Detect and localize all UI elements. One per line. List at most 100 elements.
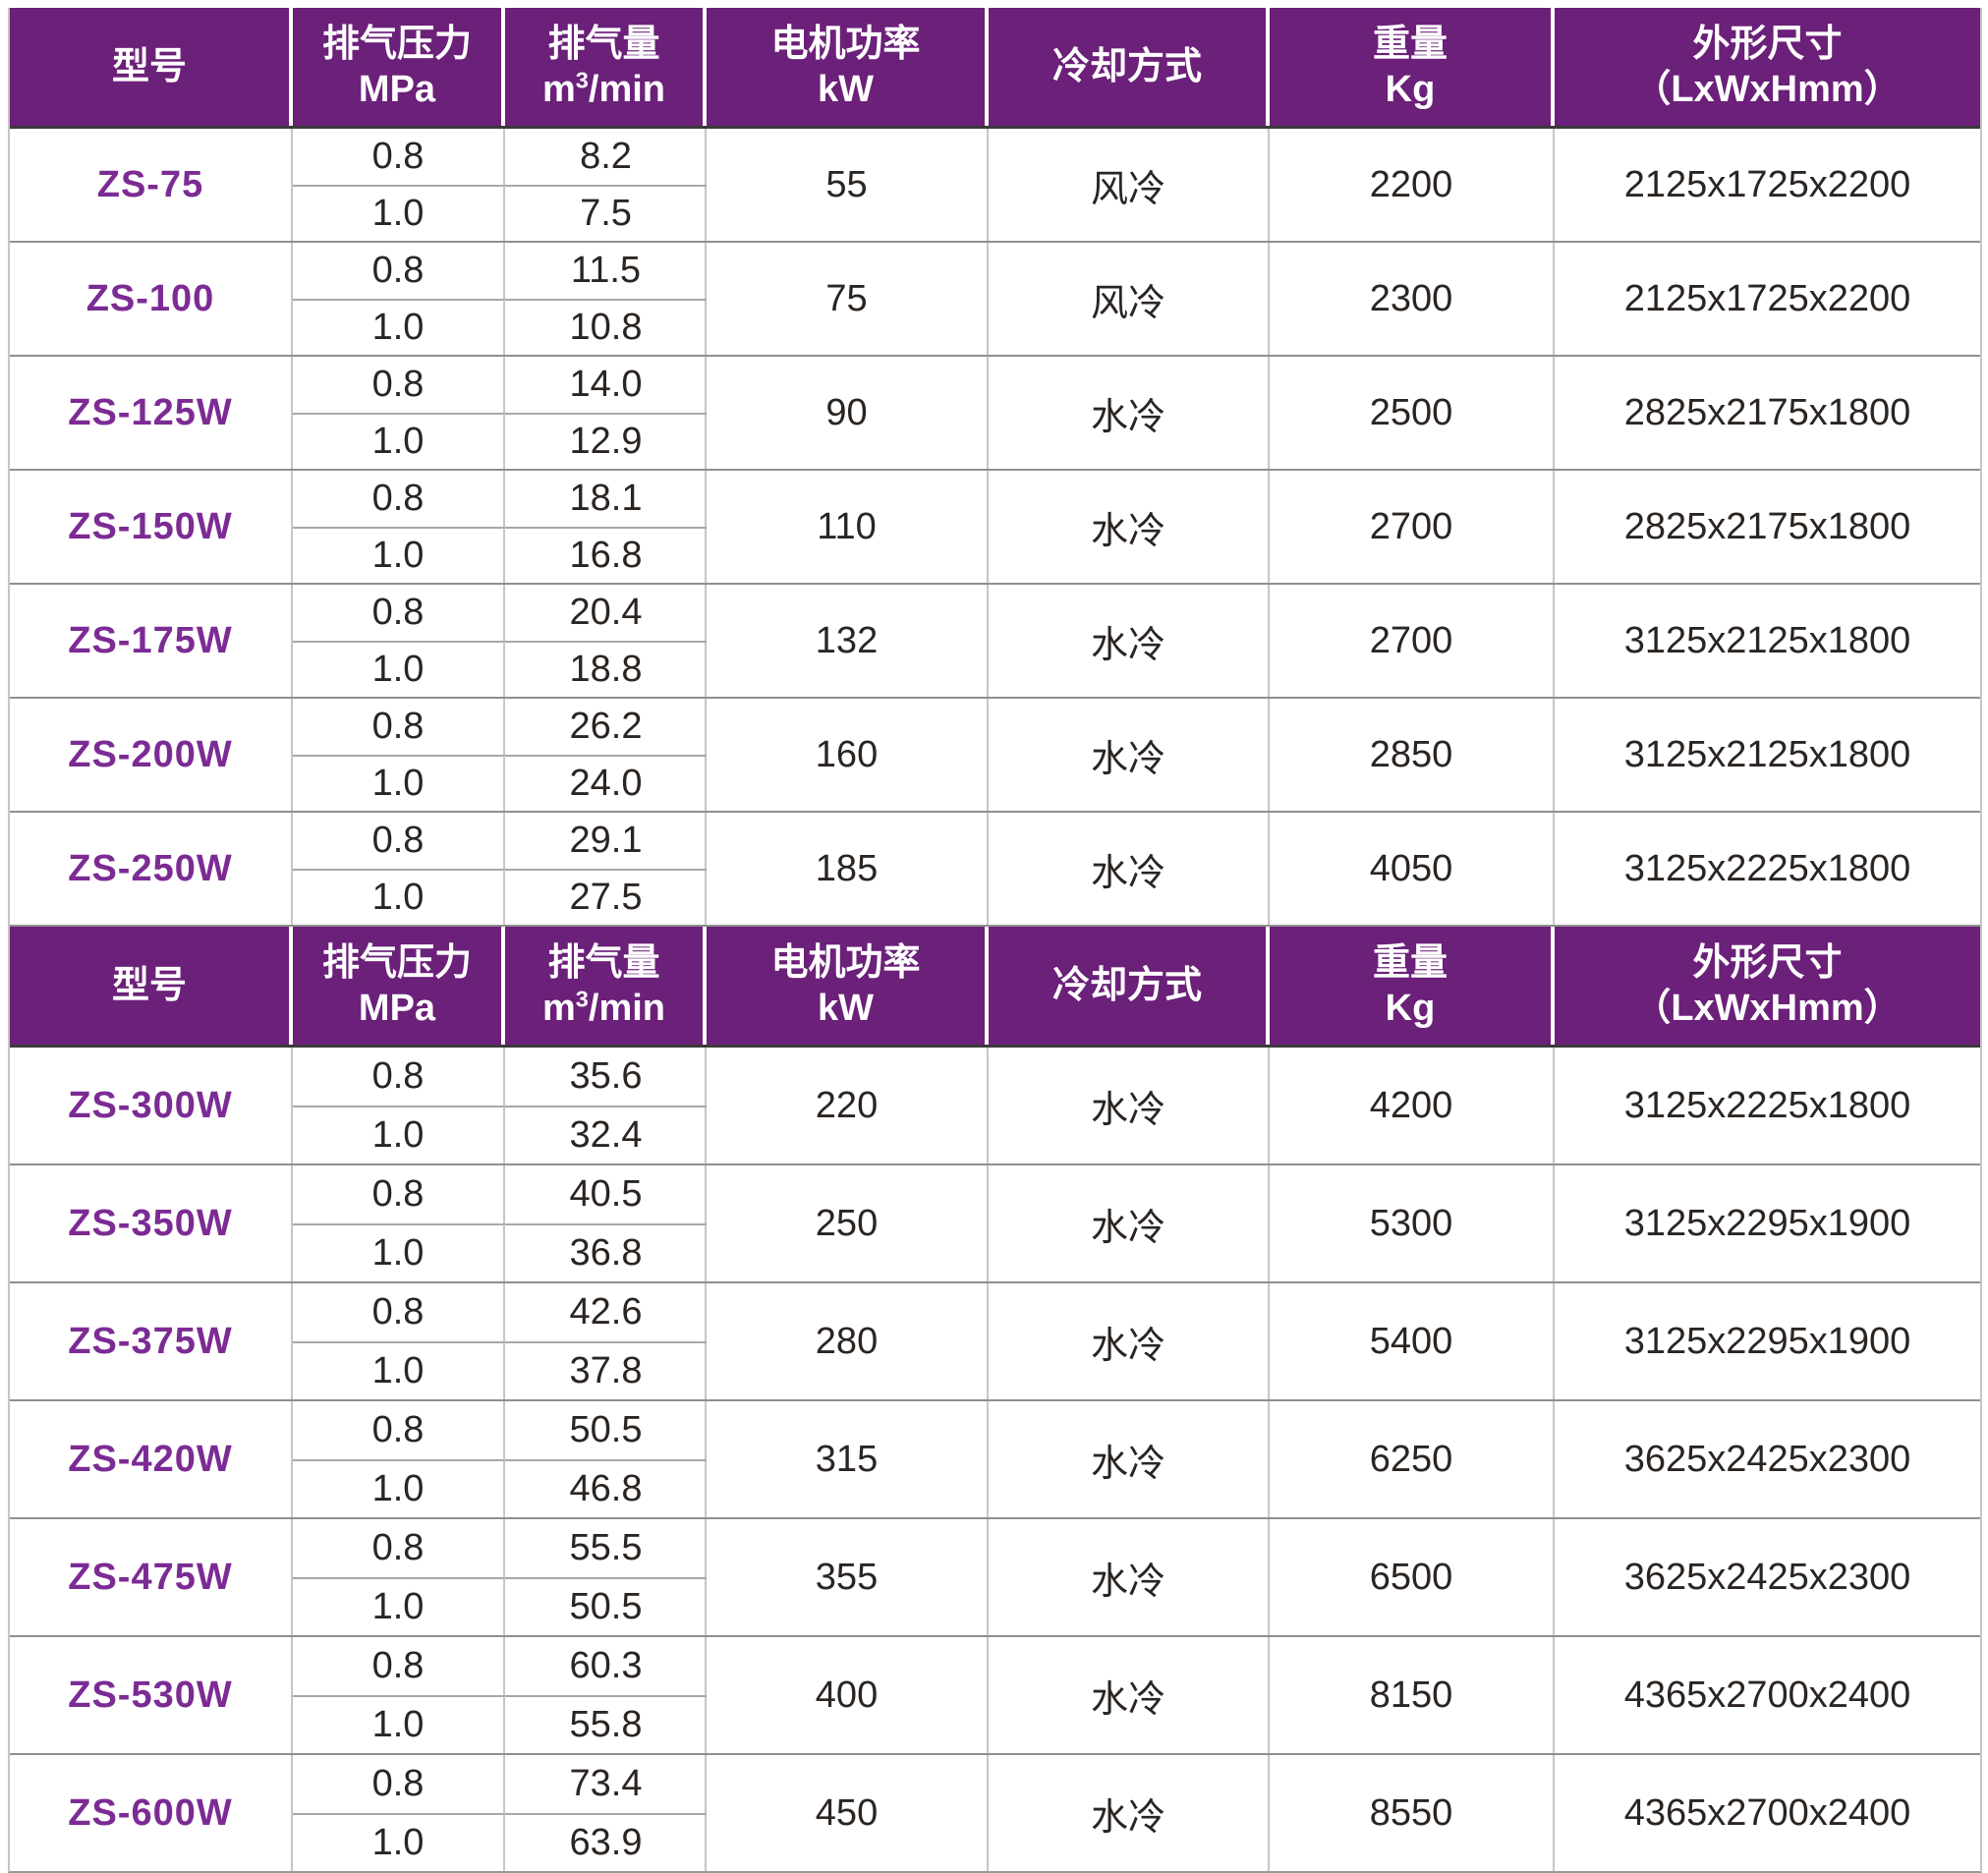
header-label: 冷却方式 xyxy=(1052,44,1202,89)
dimensions-cell: 3625x2425x2300 xyxy=(1555,1519,1980,1635)
header-unit: m3/min xyxy=(542,986,665,1031)
header-unit: Kg xyxy=(1386,986,1436,1031)
pressure-volume-block: 0.8 50.5 1.0 46.8 xyxy=(293,1401,707,1517)
table-row: ZS-475W 0.8 55.5 1.0 50.5 355 水冷 6500 36… xyxy=(10,1517,1980,1635)
pressure-cell: 1.0 xyxy=(293,1813,505,1871)
table-row: ZS-125W 0.8 14.0 1.0 12.9 90 水冷 2500 282… xyxy=(10,355,1980,469)
power-cell: 220 xyxy=(707,1048,989,1164)
section-lower: 型号 排气压力 MPa 排气量 m3/min 电机功率 kW 冷却方式 重量 K… xyxy=(10,927,1980,1871)
model-cell: ZS-600W xyxy=(10,1755,293,1871)
header-cell-power: 电机功率 kW xyxy=(707,8,989,126)
volume-cell: 8.2 xyxy=(505,129,707,185)
pressure-cell: 1.0 xyxy=(293,1459,505,1517)
header-unit: （LxWxHmm） xyxy=(1633,67,1901,112)
pressure-cell: 0.8 xyxy=(293,243,505,299)
cooling-cell: 水冷 xyxy=(989,357,1270,469)
volume-cell: 11.5 xyxy=(505,243,707,299)
pressure-cell: 1.0 xyxy=(293,185,505,241)
pressure-volume-block: 0.8 29.1 1.0 27.5 xyxy=(293,813,707,925)
volume-cell: 35.6 xyxy=(505,1048,707,1106)
model-cell: ZS-150W xyxy=(10,471,293,583)
model-cell: ZS-200W xyxy=(10,699,293,811)
pressure-cell: 0.8 xyxy=(293,1048,505,1106)
volume-cell: 32.4 xyxy=(505,1106,707,1164)
header-unit: m3/min xyxy=(542,67,665,112)
cooling-cell: 水冷 xyxy=(989,1637,1270,1753)
weight-cell: 6500 xyxy=(1270,1519,1555,1635)
pressure-volume-block: 0.8 40.5 1.0 36.8 xyxy=(293,1165,707,1281)
header-cell-cooling: 冷却方式 xyxy=(989,927,1270,1045)
volume-cell: 46.8 xyxy=(505,1459,707,1517)
header-cell-pressure: 排气压力 MPa xyxy=(293,927,505,1045)
pressure-cell: 1.0 xyxy=(293,755,505,811)
model-cell: ZS-175W xyxy=(10,585,293,697)
weight-cell: 2300 xyxy=(1270,243,1555,355)
weight-cell: 4200 xyxy=(1270,1048,1555,1164)
header-cell-dimensions: 外形尺寸 （LxWxHmm） xyxy=(1555,8,1980,126)
weight-cell: 2700 xyxy=(1270,471,1555,583)
power-cell: 250 xyxy=(707,1165,989,1281)
power-cell: 280 xyxy=(707,1283,989,1399)
cooling-cell: 风冷 xyxy=(989,243,1270,355)
pressure-cell: 0.8 xyxy=(293,1755,505,1813)
weight-cell: 2850 xyxy=(1270,699,1555,811)
dimensions-cell: 3125x2225x1800 xyxy=(1555,813,1980,925)
weight-cell: 4050 xyxy=(1270,813,1555,925)
table-row: ZS-100 0.8 11.5 1.0 10.8 75 风冷 2300 2125… xyxy=(10,241,1980,355)
cooling-cell: 水冷 xyxy=(989,1283,1270,1399)
dimensions-cell: 2125x1725x2200 xyxy=(1555,129,1980,241)
power-cell: 132 xyxy=(707,585,989,697)
pressure-cell: 0.8 xyxy=(293,129,505,185)
table-row: ZS-150W 0.8 18.1 1.0 16.8 110 水冷 2700 28… xyxy=(10,469,1980,583)
cooling-cell: 风冷 xyxy=(989,129,1270,241)
pressure-volume-block: 0.8 26.2 1.0 24.0 xyxy=(293,699,707,811)
rows-upper: ZS-75 0.8 8.2 1.0 7.5 55 风冷 2200 2125x17… xyxy=(10,129,1980,927)
header-label: 型号 xyxy=(112,963,187,1008)
header-unit: MPa xyxy=(359,986,435,1031)
header-unit: Kg xyxy=(1386,67,1436,112)
header-cell-model: 型号 xyxy=(10,927,293,1045)
cooling-cell: 水冷 xyxy=(989,1401,1270,1517)
pressure-volume-block: 0.8 14.0 1.0 12.9 xyxy=(293,357,707,469)
cooling-cell: 水冷 xyxy=(989,1165,1270,1281)
table-row: ZS-530W 0.8 60.3 1.0 55.8 400 水冷 8150 43… xyxy=(10,1635,1980,1753)
pressure-cell: 0.8 xyxy=(293,1519,505,1577)
volume-cell: 36.8 xyxy=(505,1223,707,1281)
pressure-cell: 1.0 xyxy=(293,1695,505,1753)
model-cell: ZS-475W xyxy=(10,1519,293,1635)
cooling-cell: 水冷 xyxy=(989,585,1270,697)
model-cell: ZS-125W xyxy=(10,357,293,469)
pressure-cell: 0.8 xyxy=(293,1401,505,1459)
pressure-volume-block: 0.8 42.6 1.0 37.8 xyxy=(293,1283,707,1399)
header-cell-weight: 重量 Kg xyxy=(1270,8,1555,126)
header-cell-volume: 排气量 m3/min xyxy=(505,927,707,1045)
pressure-cell: 0.8 xyxy=(293,471,505,527)
pressure-cell: 1.0 xyxy=(293,527,505,583)
power-cell: 110 xyxy=(707,471,989,583)
volume-cell: 42.6 xyxy=(505,1283,707,1341)
dimensions-cell: 3125x2125x1800 xyxy=(1555,585,1980,697)
cooling-cell: 水冷 xyxy=(989,1519,1270,1635)
table-row: ZS-375W 0.8 42.6 1.0 37.8 280 水冷 5400 31… xyxy=(10,1281,1980,1399)
header-label: 外形尺寸 xyxy=(1692,940,1842,986)
pressure-cell: 0.8 xyxy=(293,1637,505,1695)
cooling-cell: 水冷 xyxy=(989,471,1270,583)
weight-cell: 2700 xyxy=(1270,585,1555,697)
power-cell: 355 xyxy=(707,1519,989,1635)
header-cell-weight: 重量 Kg xyxy=(1270,927,1555,1045)
pressure-cell: 1.0 xyxy=(293,413,505,469)
pressure-cell: 0.8 xyxy=(293,813,505,869)
header-label: 重量 xyxy=(1373,940,1448,986)
power-cell: 55 xyxy=(707,129,989,241)
volume-cell: 63.9 xyxy=(505,1813,707,1871)
pressure-volume-block: 0.8 20.4 1.0 18.8 xyxy=(293,585,707,697)
volume-cell: 37.8 xyxy=(505,1341,707,1399)
weight-cell: 5400 xyxy=(1270,1283,1555,1399)
table-row: ZS-420W 0.8 50.5 1.0 46.8 315 水冷 6250 36… xyxy=(10,1399,1980,1517)
cooling-cell: 水冷 xyxy=(989,813,1270,925)
pressure-volume-block: 0.8 60.3 1.0 55.8 xyxy=(293,1637,707,1753)
volume-cell: 29.1 xyxy=(505,813,707,869)
model-cell: ZS-300W xyxy=(10,1048,293,1164)
pressure-volume-block: 0.8 55.5 1.0 50.5 xyxy=(293,1519,707,1635)
weight-cell: 5300 xyxy=(1270,1165,1555,1281)
